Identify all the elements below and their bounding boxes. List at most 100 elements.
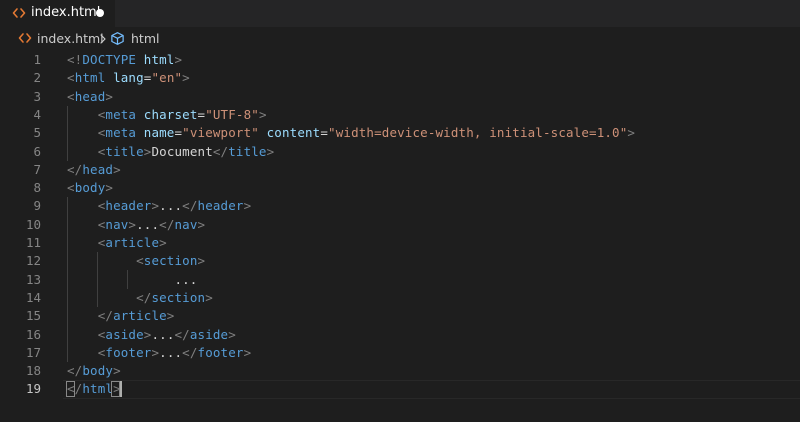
code-line[interactable]: 10 <nav>...</nav> (0, 216, 800, 234)
code-punctuation: > (228, 326, 236, 342)
line-number: 19 (25, 381, 41, 397)
line-text: <meta name="viewport" content="width=dev… (67, 124, 635, 142)
code-attribute: charset (143, 106, 198, 122)
code-line[interactable]: 6 <title>Document</title> (0, 143, 800, 161)
code-line[interactable]: 17 <footer>...</footer> (0, 344, 800, 362)
chevron-right-icon (100, 34, 106, 44)
code-punctuation: > (128, 216, 137, 232)
code-tag: head (74, 88, 106, 104)
line-text: </html> (67, 380, 121, 398)
code-line[interactable]: 12 <section> (0, 252, 800, 270)
code-line[interactable]: 3 <head> (0, 88, 800, 106)
line-number: 12 (25, 253, 41, 269)
code-tag: title (228, 143, 267, 159)
code-line[interactable]: 9 <header>...</header> (0, 197, 800, 215)
tab-label: index.html (31, 5, 101, 20)
line-text: <!DOCTYPE html> (67, 51, 182, 69)
code-punctuation: > (197, 253, 206, 269)
code-line[interactable]: 1 <!DOCTYPE html> (0, 51, 800, 69)
code-area[interactable]: 1 <!DOCTYPE html> 2 <html lang="en"> 3 <head>… (0, 51, 800, 411)
line-number: 16 (25, 326, 41, 342)
code-punctuation: > (174, 52, 183, 67)
line-number: 2 (33, 70, 41, 86)
code-punctuation: > (105, 180, 114, 196)
code-line[interactable]: 18 </body> (0, 362, 800, 380)
tab-index-html[interactable]: index.html (0, 0, 115, 27)
breadcrumb-file[interactable]: index.html (37, 31, 104, 47)
code-punctuation: > (182, 70, 190, 86)
code-punctuation: <! (67, 52, 83, 67)
code-tag: title (105, 143, 144, 159)
code-punctuation: </ (67, 363, 83, 379)
code-punctuation: > (243, 344, 252, 360)
line-text: <head> (67, 88, 113, 106)
code-line[interactable]: 5 <meta name="viewport" content="width=d… (0, 124, 800, 142)
code-string: "UTF-8" (205, 106, 259, 122)
line-number: 1 (33, 52, 41, 67)
code-tag: footer (105, 344, 152, 360)
code-line[interactable]: 14 </section> (0, 289, 800, 307)
line-text: </section> (67, 289, 213, 307)
code-tag: DOCTYPE (82, 52, 137, 67)
code-punctuation: > (166, 308, 175, 324)
code-tag: header (197, 198, 244, 214)
code-line[interactable]: 7 </head> (0, 161, 800, 179)
code-string: "viewport" (182, 125, 259, 141)
code-attribute: html (143, 52, 175, 67)
code-text: ... (159, 198, 183, 214)
line-number: 7 (33, 161, 41, 177)
code-punctuation: > (197, 216, 206, 232)
code-editor[interactable]: index.html index.html html 1 <!DOCTYPE ht… (0, 0, 800, 422)
code-line[interactable]: 16 <aside>...</aside> (0, 326, 800, 344)
code-tag: meta (105, 106, 137, 122)
code-text: ... (159, 344, 183, 360)
line-text: <section> (67, 252, 205, 270)
code-text: ... (67, 271, 198, 287)
code-tag: meta (105, 125, 137, 141)
line-number: 9 (33, 198, 41, 214)
code-line[interactable]: 19 </html> (0, 380, 800, 399)
unsaved-dot-icon[interactable] (96, 9, 104, 17)
line-text: <nav>...</nav> (67, 216, 205, 234)
code-punctuation: > (151, 198, 160, 214)
breadcrumb-element[interactable]: html (131, 31, 159, 47)
code-attribute: content (266, 125, 321, 141)
code-text: = (320, 125, 329, 141)
code-tag: body (74, 180, 106, 196)
code-line[interactable]: 11 <article> (0, 234, 800, 252)
code-punctuation: > (159, 235, 167, 250)
code-tag: nav (174, 216, 198, 232)
tab-bar: index.html (0, 0, 800, 27)
code-punctuation: < (67, 88, 75, 104)
code-line[interactable]: 13 ... (0, 271, 800, 289)
code-string: "en" (151, 70, 183, 86)
code-string: "width=device-width, initial-scale=1.0" (328, 125, 628, 141)
code-line[interactable]: 4 <meta charset="UTF-8"> (0, 106, 800, 124)
line-text: <title>Document</title> (67, 143, 274, 161)
code-punctuation: </ (212, 143, 229, 159)
code-tag: section (143, 253, 198, 269)
code-line[interactable]: 2 <html lang="en"> (0, 69, 800, 87)
code-punctuation: > (113, 363, 121, 379)
line-text: <footer>...</footer> (67, 344, 251, 362)
code-punctuation: > (258, 106, 267, 122)
code-attribute: lang (113, 70, 144, 86)
code-line[interactable]: 15 </article> (0, 307, 800, 325)
code-tag: footer (197, 344, 244, 360)
line-number: 6 (33, 143, 41, 159)
line-number: 5 (33, 125, 41, 141)
code-line[interactable]: 8 <body> (0, 179, 800, 197)
line-number: 15 (25, 308, 41, 324)
line-text: <body> (67, 179, 113, 197)
code-punctuation: </ (67, 381, 83, 397)
line-number: 10 (25, 216, 41, 232)
code-punctuation: > (627, 125, 636, 141)
code-tag: header (105, 198, 152, 214)
